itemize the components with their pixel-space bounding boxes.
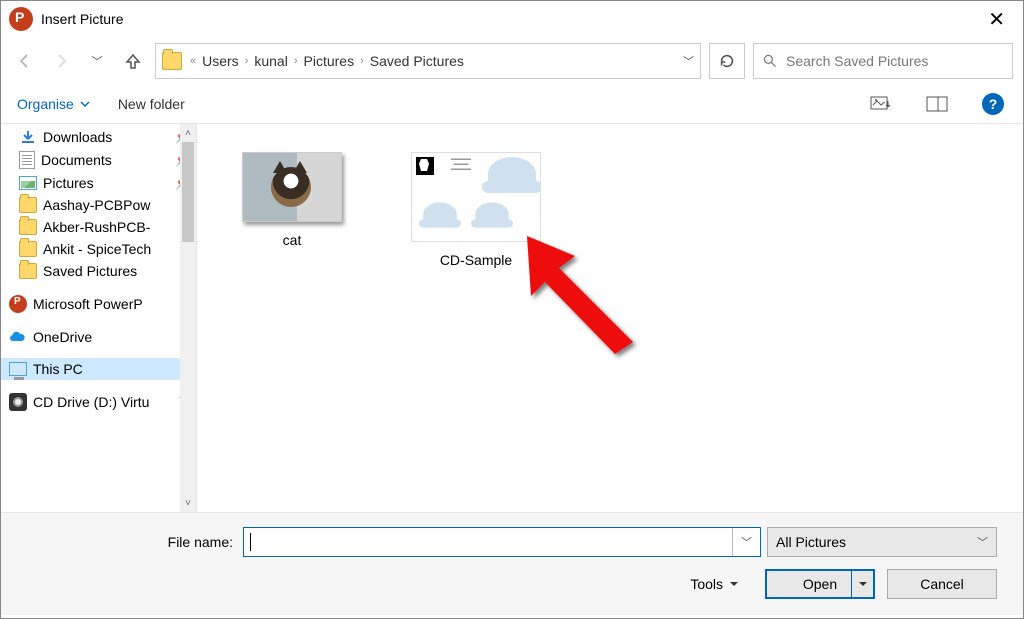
file-item-cd-sample[interactable]: ▬▬▬▬▬▬▬▬▬▬▬ CD-Sample <box>401 152 551 268</box>
recent-locations-dropdown[interactable]: ﹀ <box>83 47 111 75</box>
file-type-filter[interactable]: All Pictures ﹀ <box>767 527 997 557</box>
folder-icon <box>19 241 37 257</box>
close-button[interactable]: ✕ <box>978 3 1015 36</box>
navigation-pane: Downloads 📌 Documents 📌 Pictures 📌 Aasha… <box>1 124 197 512</box>
bottom-bar: File name: ﹀ All Pictures ﹀ Tools Open C… <box>1 512 1023 615</box>
refresh-button[interactable] <box>709 43 745 79</box>
search-icon <box>762 53 778 69</box>
sidebar-item-label: Saved Pictures <box>43 263 137 279</box>
sidebar-item-label: Ankit - SpiceTech <box>43 241 151 257</box>
sidebar-item-label: Aashay-PCBPow <box>43 197 150 213</box>
file-label: cat <box>217 232 367 248</box>
scroll-up-icon[interactable]: ˄ <box>180 124 196 142</box>
sidebar-item-folder[interactable]: Aashay-PCBPow <box>1 194 196 216</box>
folder-icon <box>19 197 37 213</box>
chevron-down-icon <box>80 99 90 109</box>
chevron-down-icon <box>729 579 739 589</box>
help-icon: ? <box>982 93 1004 115</box>
address-dropdown[interactable]: ﹀ <box>683 53 694 69</box>
file-type-label: All Pictures <box>776 534 846 550</box>
downloads-icon <box>19 129 37 145</box>
filename-input[interactable] <box>244 534 732 550</box>
pictures-icon <box>19 176 37 190</box>
breadcrumb-kunal[interactable]: kunal <box>252 53 289 69</box>
sidebar-item-label: Downloads <box>43 129 112 145</box>
sidebar-item-label: Akber-RushPCB- <box>43 219 150 235</box>
file-label: CD-Sample <box>401 252 551 268</box>
sidebar-item-cd-drive[interactable]: CD Drive (D:) Virtu ﹀ <box>1 390 196 414</box>
filename-label: File name: <box>27 534 237 550</box>
disc-icon <box>9 393 27 411</box>
dialog-body: Downloads 📌 Documents 📌 Pictures 📌 Aasha… <box>1 124 1023 512</box>
sidebar-item-label: Pictures <box>43 175 94 191</box>
sidebar-item-this-pc[interactable]: This PC <box>1 358 196 380</box>
sidebar-item-folder[interactable]: Ankit - SpiceTech <box>1 238 196 260</box>
sidebar-item-onedrive[interactable]: OneDrive <box>1 326 196 348</box>
chevron-right-icon: › <box>360 55 364 67</box>
sidebar-item-label: CD Drive (D:) Virtu <box>33 394 149 410</box>
folder-icon <box>19 263 37 279</box>
sidebar-item-folder[interactable]: Akber-RushPCB- <box>1 216 196 238</box>
powerpoint-icon <box>9 7 33 31</box>
search-placeholder: Search Saved Pictures <box>786 53 928 69</box>
chevron-right-icon: › <box>294 55 298 67</box>
file-item-cat[interactable]: cat <box>217 152 367 248</box>
window-title: Insert Picture <box>41 11 123 27</box>
thumbnail-cd-sample: ▬▬▬▬▬▬▬▬▬▬▬ <box>411 152 541 242</box>
chevron-right-icon: › <box>245 55 249 67</box>
sidebar-scrollbar[interactable]: ˄ ˅ <box>180 124 196 512</box>
breadcrumb-pictures[interactable]: Pictures <box>302 53 357 69</box>
open-split-dropdown[interactable] <box>851 571 873 597</box>
search-box[interactable]: Search Saved Pictures <box>753 43 1013 79</box>
powerpoint-icon <box>9 295 27 313</box>
sidebar-item-powerpoint[interactable]: Microsoft PowerP <box>1 292 196 316</box>
new-folder-button[interactable]: New folder <box>118 96 185 112</box>
up-button[interactable] <box>119 47 147 75</box>
scroll-down-icon[interactable]: ˅ <box>180 494 196 512</box>
sidebar-item-pictures[interactable]: Pictures 📌 <box>1 172 196 194</box>
sidebar-item-folder[interactable]: Saved Pictures <box>1 260 196 282</box>
monitor-icon <box>9 362 27 376</box>
breadcrumb-users[interactable]: Users <box>200 53 241 69</box>
folder-icon <box>162 52 182 70</box>
help-button[interactable]: ? <box>979 93 1007 115</box>
sidebar-item-label: This PC <box>33 361 83 377</box>
sidebar-item-documents[interactable]: Documents 📌 <box>1 148 196 172</box>
documents-icon <box>19 151 35 169</box>
file-list[interactable]: cat ▬▬▬▬▬▬▬▬▬▬▬ CD-Sample <box>197 124 1023 512</box>
view-thumbnails-button[interactable] <box>867 93 895 115</box>
back-button[interactable] <box>11 47 39 75</box>
organise-menu[interactable]: Organise <box>17 96 90 112</box>
tools-menu[interactable]: Tools <box>690 576 739 592</box>
cancel-button[interactable]: Cancel <box>887 569 997 599</box>
sidebar-item-label: OneDrive <box>33 329 92 345</box>
address-bar[interactable]: « Users › kunal › Pictures › Saved Pictu… <box>155 43 701 79</box>
onedrive-icon <box>9 330 27 344</box>
navigation-row: ﹀ « Users › kunal › Pictures › Saved Pic… <box>1 37 1023 89</box>
filename-history-dropdown[interactable]: ﹀ <box>732 528 760 556</box>
breadcrumb-separator: « <box>190 55 196 67</box>
open-button[interactable]: Open <box>765 569 875 599</box>
sidebar-item-label: Microsoft PowerP <box>33 296 143 312</box>
titlebar: Insert Picture ✕ <box>1 1 1023 37</box>
scroll-thumb[interactable] <box>182 142 194 242</box>
forward-button[interactable] <box>47 47 75 75</box>
command-toolbar: Organise New folder ? <box>1 89 1023 124</box>
breadcrumb-saved-pictures[interactable]: Saved Pictures <box>368 53 466 69</box>
sidebar-item-label: Documents <box>41 152 112 168</box>
chevron-down-icon: ﹀ <box>977 534 988 550</box>
thumbnail-cat <box>242 152 342 222</box>
filename-field[interactable]: ﹀ <box>243 527 761 557</box>
folder-icon <box>19 219 37 235</box>
sidebar-item-downloads[interactable]: Downloads 📌 <box>1 126 196 148</box>
preview-pane-button[interactable] <box>923 93 951 115</box>
